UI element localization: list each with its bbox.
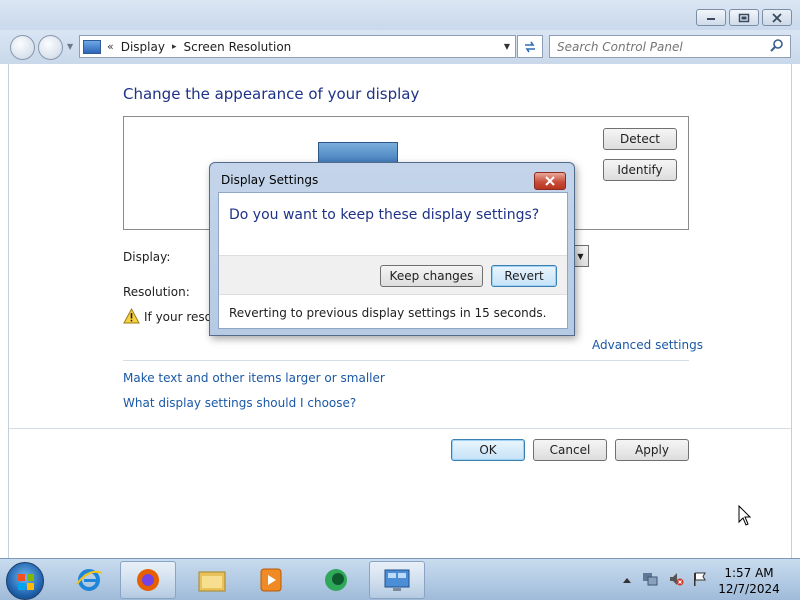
start-button[interactable]	[6, 562, 44, 600]
mouse-cursor-icon	[738, 505, 752, 526]
clock-date: 12/7/2024	[718, 582, 780, 596]
breadcrumb-separator[interactable]: ▸	[172, 42, 177, 52]
forward-button[interactable]	[38, 35, 63, 60]
dialog-close-button[interactable]	[534, 172, 566, 190]
navigation-bar: ▼ « Display ▸ Screen Resolution ▼	[0, 30, 800, 64]
breadcrumb-display[interactable]: Display	[121, 40, 165, 54]
display-label: Display:	[123, 250, 171, 264]
recent-pages-dropdown[interactable]: ▼	[67, 42, 73, 51]
minimize-button[interactable]	[696, 9, 726, 26]
dialog-button-bar: Keep changes Revert	[219, 255, 567, 295]
footer-divider	[9, 428, 791, 429]
windows-logo-icon	[18, 574, 34, 590]
system-clock[interactable]: 1:57 AM 12/7/2024	[716, 565, 782, 597]
clock-time: 1:57 AM	[724, 566, 774, 580]
advanced-settings-link[interactable]: Advanced settings	[592, 338, 703, 352]
address-dropdown-icon[interactable]: ▼	[504, 42, 510, 51]
close-icon	[545, 176, 555, 186]
warning-icon	[123, 308, 140, 324]
revert-button[interactable]: Revert	[491, 265, 557, 287]
ok-button[interactable]: OK	[451, 439, 525, 461]
breadcrumb-overflow[interactable]: «	[107, 40, 114, 53]
dialog-title: Display Settings	[221, 173, 319, 187]
display-icon	[83, 39, 101, 54]
detect-button[interactable]: Detect	[603, 128, 677, 150]
page-title: Change the appearance of your display	[123, 85, 420, 103]
breadcrumb-screen-resolution[interactable]: Screen Resolution	[184, 40, 292, 54]
dialog-body: Do you want to keep these display settin…	[218, 192, 568, 329]
screen-resolution-icon[interactable]	[369, 561, 425, 599]
refresh-button[interactable]	[517, 35, 543, 58]
media-player-icon[interactable]	[243, 561, 299, 599]
dialog-question: Do you want to keep these display settin…	[229, 207, 540, 223]
restore-icon	[738, 13, 750, 22]
minimize-icon	[707, 17, 715, 20]
search-box[interactable]	[549, 35, 791, 58]
file-explorer-icon[interactable]	[184, 561, 240, 599]
volume-muted-icon[interactable]	[668, 571, 684, 587]
maximize-button[interactable]	[729, 9, 759, 26]
cancel-button[interactable]: Cancel	[533, 439, 607, 461]
display-help-link[interactable]: What display settings should I choose?	[123, 396, 356, 410]
firefox-icon[interactable]	[120, 561, 176, 599]
caption-buttons	[696, 9, 792, 26]
resolution-label: Resolution:	[123, 285, 190, 299]
back-button[interactable]	[10, 35, 35, 60]
window-titlebar	[0, 0, 800, 34]
close-button[interactable]	[762, 9, 792, 26]
show-hidden-icons-icon[interactable]	[622, 576, 632, 584]
apply-button[interactable]: Apply	[615, 439, 689, 461]
address-bar[interactable]: « Display ▸ Screen Resolution ▼	[79, 35, 516, 58]
internet-explorer-icon[interactable]	[61, 561, 117, 599]
media-center-icon[interactable]	[308, 561, 364, 599]
search-icon[interactable]	[769, 38, 785, 54]
identify-button[interactable]: Identify	[603, 159, 677, 181]
display-settings-dialog: Display Settings Do you want to keep the…	[209, 162, 575, 336]
refresh-icon	[525, 41, 535, 52]
action-center-flag-icon[interactable]	[692, 571, 708, 587]
close-icon	[772, 12, 782, 23]
keep-changes-button[interactable]: Keep changes	[380, 265, 483, 287]
taskbar: 1:57 AM 12/7/2024	[0, 558, 800, 600]
network-icon[interactable]	[642, 571, 658, 587]
text-size-link[interactable]: Make text and other items larger or smal…	[123, 371, 385, 385]
countdown-text: Reverting to previous display settings i…	[229, 306, 547, 320]
search-input[interactable]	[550, 36, 760, 57]
divider	[123, 360, 689, 361]
